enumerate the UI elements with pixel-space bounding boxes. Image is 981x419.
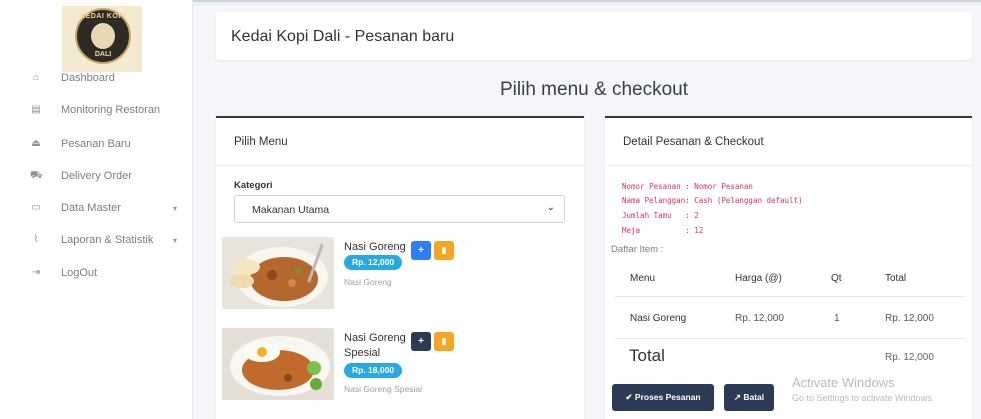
sidebar-item-data-master[interactable]: ▭ Data Master ▾ <box>0 197 193 219</box>
page-title: Pilih menu & checkout <box>500 79 688 100</box>
total-label: Total <box>629 346 665 365</box>
table-divider <box>615 296 965 297</box>
column-header-qt: Qt <box>831 273 842 284</box>
cell-total: Rp. 12,000 <box>885 313 934 324</box>
food-image-nasi-goreng <box>222 237 334 309</box>
delete-item-button[interactable]: ▮ <box>434 332 454 351</box>
sidebar-item-dashboard[interactable]: ⌂ Dashboard <box>0 67 193 89</box>
logo-bottom-text: DALI <box>94 51 112 58</box>
menu-item: Nasi Goreng + ▮ Rp. 12,000 Nasi Goreng <box>222 237 562 317</box>
external-link-icon: ↗ <box>733 392 741 402</box>
chart-icon: ⌇ <box>33 234 39 245</box>
column-header-total: Total <box>885 273 907 284</box>
cell-harga: Rp. 12,000 <box>735 313 784 324</box>
proses-pesanan-label: Proses Pesanan <box>634 392 701 402</box>
sidebar-item-delivery-order[interactable]: ⛟ Delivery Order <box>0 165 193 187</box>
logout-icon: ⇥ <box>31 267 41 278</box>
check-circle-icon: ✔ <box>625 392 633 402</box>
sidebar-item-pesanan-baru[interactable]: ⏏ Pesanan Baru <box>0 133 193 155</box>
sidebar-item-label: Monitoring Restoran <box>61 104 161 116</box>
delete-item-button[interactable]: ▮ <box>434 241 454 260</box>
kategori-select[interactable]: Makanan Utama ⌄ <box>234 195 565 223</box>
cell-menu: Nasi Goreng <box>630 313 687 324</box>
price-badge: Rp. 12,000 <box>344 255 403 270</box>
logo-top-text: KEDAI KOPI <box>80 13 126 20</box>
table-divider <box>615 338 965 339</box>
column-header-menu: Menu <box>630 273 656 284</box>
food-image-nasi-goreng-spesial <box>222 328 334 400</box>
batal-label: Batal <box>743 392 765 402</box>
activate-windows-title: Activate Windows <box>792 375 895 390</box>
sidebar-item-label: Laporan & Statistik <box>61 234 154 246</box>
order-number-line: Nomor Pesanan : Nomor Pesanan <box>622 182 753 191</box>
chevron-down-icon: ⌄ <box>546 202 555 213</box>
eject-icon: ⏏ <box>31 138 41 149</box>
column-header-harga: Harga (@) <box>735 273 782 284</box>
sidebar-item-label: Data Master <box>61 202 121 214</box>
chevron-down-icon: ▾ <box>173 203 178 213</box>
menu-card: Pilih Menu Kategori Makanan Utama ⌄ Nasi… <box>216 116 584 419</box>
detail-card: Detail Pesanan & Checkout Nomor Pesanan … <box>605 116 972 419</box>
sidebar-item-logout[interactable]: ⇥ LogOut <box>0 262 193 284</box>
customer-name-line: Nama Pelanggan: Cash (Pelanggan default) <box>622 196 803 205</box>
kategori-select-value: Makanan Utama <box>252 204 330 216</box>
logo-emblem: KEDAI KOPI DALI <box>75 8 131 64</box>
total-value: Rp. 12,000 <box>885 352 934 363</box>
sidebar-item-label: LogOut <box>61 267 98 279</box>
batal-button[interactable]: ↗ Batal <box>724 384 774 411</box>
table-number-line: Meja : 12 <box>622 226 704 235</box>
item-list-label: Daftar Item : <box>611 244 664 255</box>
brand-logo[interactable]: KEDAI KOPI DALI <box>62 6 142 72</box>
kategori-label: Kategori <box>234 180 273 191</box>
menu-card-title: Pilih Menu <box>234 136 288 148</box>
food-name: Nasi Goreng <box>344 241 406 253</box>
chevron-down-icon: ▾ <box>173 235 178 245</box>
add-item-button[interactable]: + <box>411 241 431 260</box>
food-description: Nasi Goreng <box>344 277 392 287</box>
menu-item: Nasi Goreng Spesial + ▮ Rp. 18,000 Nasi … <box>222 328 562 408</box>
sidebar-item-label: Delivery Order <box>61 170 132 182</box>
proses-pesanan-button[interactable]: ✔ Proses Pesanan <box>612 384 714 411</box>
food-description: Nasi Goreng Spesial <box>344 384 422 394</box>
detail-card-title: Detail Pesanan & Checkout <box>623 136 764 148</box>
food-name: Nasi Goreng Spesial <box>344 332 406 359</box>
add-item-button[interactable]: + <box>411 332 431 351</box>
cell-qt: 1 <box>834 313 840 324</box>
sidebar-item-label: Pesanan Baru <box>61 138 131 150</box>
database-icon: ▭ <box>31 202 41 213</box>
detail-card-header: Detail Pesanan & Checkout <box>605 118 972 166</box>
menu-card-header: Pilih Menu <box>216 118 584 166</box>
sidebar: KEDAI KOPI DALI ⌂ Dashboard ▤ Monitoring… <box>0 0 193 419</box>
price-badge: Rp. 18,000 <box>344 363 403 378</box>
logo-face-icon <box>91 23 115 49</box>
home-icon: ⌂ <box>32 72 40 83</box>
header-title: Kedai Kopi Dali - Pesanan baru <box>231 28 455 45</box>
activate-windows-subtitle: Go to Settings to activate Windows. <box>792 393 935 403</box>
sidebar-item-label: Dashboard <box>61 72 115 84</box>
top-strip <box>193 0 981 6</box>
truck-icon: ⛟ <box>30 170 43 181</box>
sidebar-item-laporan-statistik[interactable]: ⌇ Laporan & Statistik ▾ <box>0 229 193 251</box>
monitor-icon: ▤ <box>31 104 41 115</box>
sidebar-item-monitoring-restoran[interactable]: ▤ Monitoring Restoran <box>0 99 193 121</box>
page-header: Kedai Kopi Dali - Pesanan baru <box>216 12 972 60</box>
guest-count-line: Jumlah Tamu : 2 <box>622 211 699 220</box>
